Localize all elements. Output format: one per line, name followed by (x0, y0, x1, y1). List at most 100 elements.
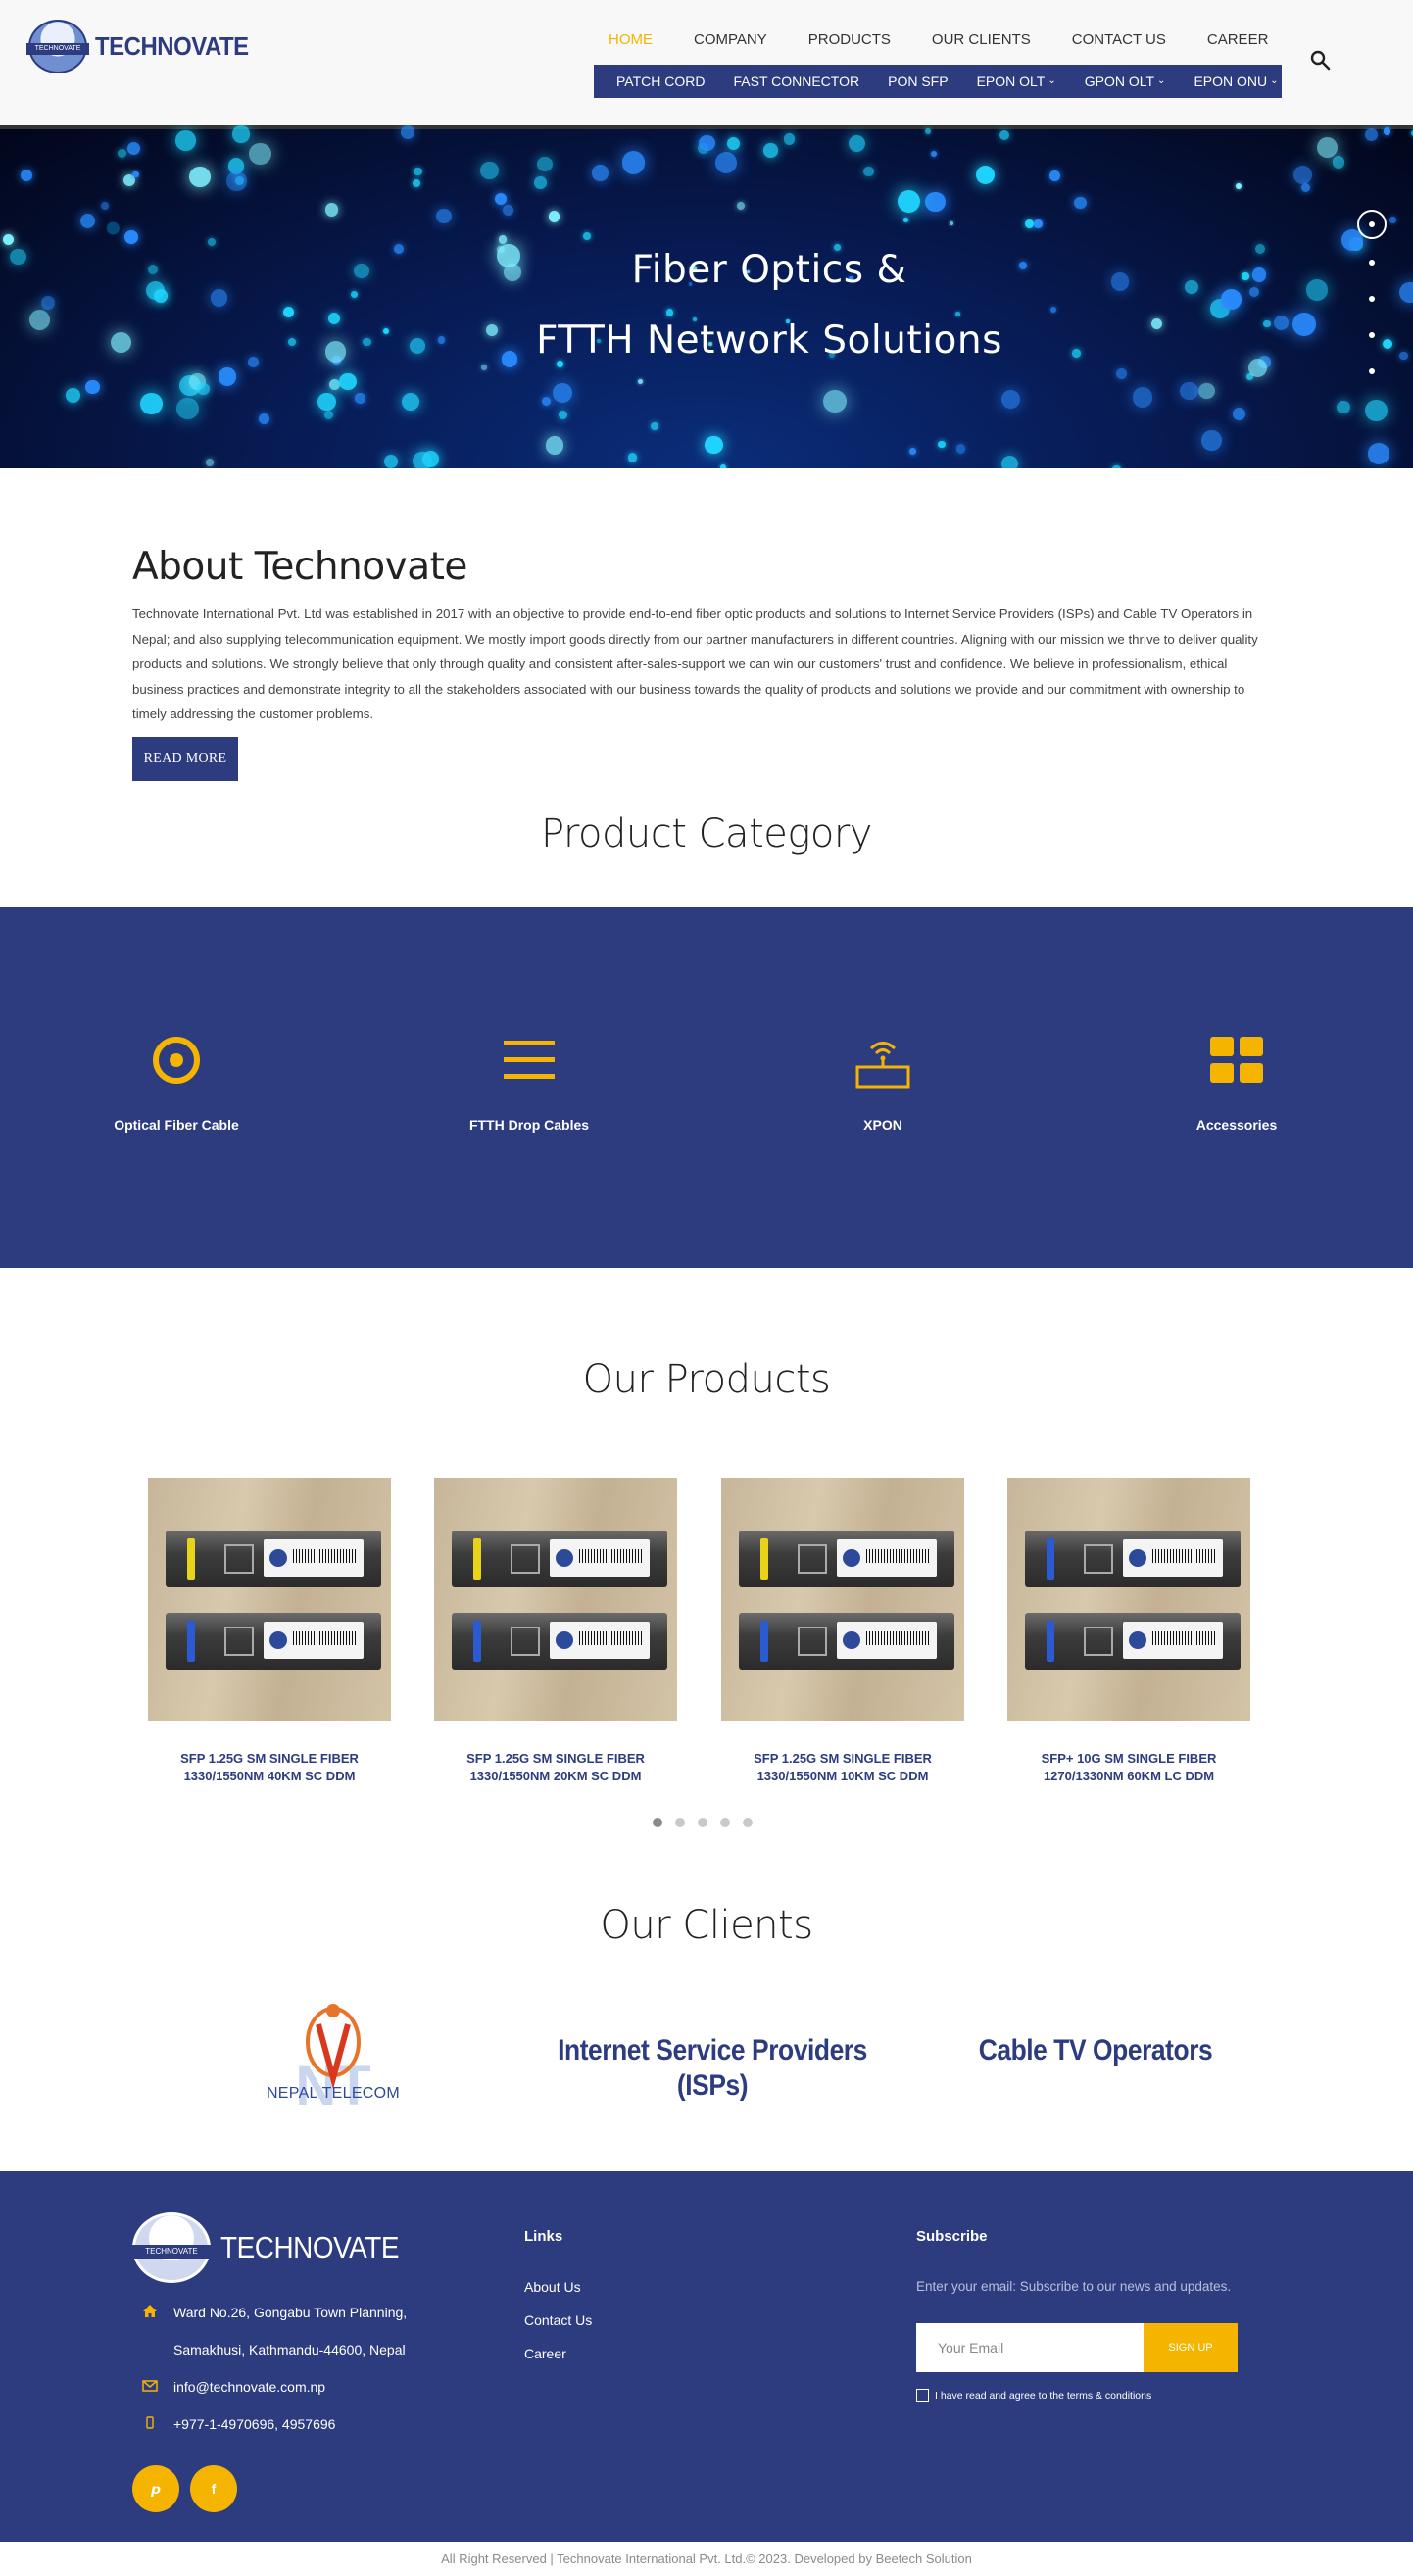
fiber-light-dot (908, 447, 917, 456)
fiber-light-dot (1300, 182, 1310, 193)
product-name[interactable]: SFP 1.25G SM SINGLE FIBER 1330/1550NM 20… (434, 1750, 677, 1785)
twitter-icon: 𝙥 (150, 2480, 162, 2497)
subscribe-email-input[interactable]: Your Email (916, 2323, 1144, 2372)
subnav-label: GPON OLT (1084, 73, 1155, 89)
category-label: XPON (863, 1117, 902, 1133)
router-icon (785, 1031, 981, 1090)
category-accessories[interactable]: Accessories (1139, 1031, 1335, 1133)
product-image[interactable] (721, 1478, 964, 1721)
fiber-light-dot (1049, 170, 1061, 181)
fiber-light-dot (925, 191, 946, 213)
fiber-light-dot (1316, 136, 1338, 158)
subnav-item-fast-connector[interactable]: FAST CONNECTOR (733, 73, 859, 89)
product-card[interactable]: SFP 1.25G SM SINGLE FIBER 1330/1550NM 10… (721, 1478, 964, 1785)
fiber-light-dot (975, 165, 996, 184)
hero-pager-dot[interactable] (1369, 260, 1375, 266)
fiber-light-dot (1112, 464, 1121, 468)
category-ftth-drop-cables[interactable]: FTTH Drop Cables (431, 1031, 627, 1133)
category-label: Accessories (1195, 1117, 1278, 1133)
twitter-button[interactable]: 𝙥 (132, 2465, 179, 2512)
carousel-dot[interactable] (743, 1818, 753, 1827)
footer-link-contact-us[interactable]: Contact Us (524, 2312, 592, 2328)
fiber-light-dot (1364, 127, 1378, 142)
subnav-item-epon-olt[interactable]: EPON OLT ⌄ (977, 73, 1056, 89)
product-image[interactable] (148, 1478, 391, 1721)
hero-pager-dot-active[interactable] (1357, 210, 1387, 239)
footer-logo[interactable]: TECHNOVATE TECHNOVATE (129, 2212, 418, 2283)
product-name[interactable]: SFP 1.25G SM SINGLE FIBER 1330/1550NM 10… (721, 1750, 964, 1785)
fiber-light-dot (546, 436, 564, 455)
client-nepal-telecom-logo[interactable]: NT NEPAL TELECOM (260, 1995, 407, 2117)
carousel-dot[interactable] (720, 1818, 730, 1827)
category-optical-fiber-cable[interactable]: Optical Fiber Cable (78, 1031, 274, 1133)
hero-pager-dot[interactable] (1369, 368, 1375, 374)
product-name[interactable]: SFP 1.25G SM SINGLE FIBER 1330/1550NM 40… (148, 1750, 391, 1785)
footer-address-line-2: Samakhusi, Kathmandu-44600, Nepal (142, 2342, 406, 2357)
footer-link-career[interactable]: Career (524, 2346, 566, 2361)
carousel-dot-active[interactable] (653, 1818, 662, 1827)
sfp-label (837, 1622, 937, 1659)
hero-top-border (0, 125, 1413, 129)
site-logo[interactable]: TECHNOVATE TECHNOVATE (26, 20, 262, 73)
chevron-down-icon: ⌄ (1048, 74, 1056, 86)
terms-checkbox[interactable] (916, 2389, 929, 2402)
facebook-button[interactable]: f (190, 2465, 237, 2512)
fiber-light-dot (537, 156, 553, 171)
sfp-vent (224, 1544, 254, 1574)
nav-item-our-clients[interactable]: OUR CLIENTS (911, 29, 1051, 51)
client-nepal-telecom-name: NEPAL TELECOM (266, 2085, 401, 2102)
fiber-light-dot (719, 463, 726, 468)
subnav-item-pon-sfp[interactable]: PON SFP (888, 73, 948, 89)
products-carousel-dots (653, 1818, 753, 1827)
nav-item-career[interactable]: CAREER (1187, 29, 1290, 51)
nav-item-contact-us[interactable]: CONTACT US (1051, 29, 1187, 51)
fiber-light-dot (225, 170, 247, 192)
fiber-light-dot (139, 392, 163, 415)
footer-phone[interactable]: +977-1-4970696, 4957696 (142, 2416, 335, 2432)
hero-banner: Fiber Optics & FTTH Network Solutions (0, 125, 1413, 468)
fiber-light-dot (1233, 408, 1245, 421)
menu-lines-icon (431, 1031, 627, 1090)
fiber-light-dot (823, 389, 847, 413)
fiber-light-dot (40, 295, 55, 310)
fiber-light-dot (79, 213, 95, 228)
product-card[interactable]: SFP 1.25G SM SINGLE FIBER 1330/1550NM 40… (148, 1478, 391, 1785)
subnav-item-patch-cord[interactable]: PATCH CORD (616, 73, 705, 89)
fiber-light-dot (1332, 156, 1345, 169)
sign-up-button[interactable]: SIGN UP (1144, 2323, 1238, 2372)
nav-item-home[interactable]: HOME (594, 29, 673, 51)
sfp-latch (473, 1538, 481, 1580)
subnav-label: EPON OLT (976, 73, 1046, 89)
carousel-dot[interactable] (675, 1818, 685, 1827)
footer-subscribe-description: Enter your email: Subscribe to our news … (916, 2279, 1232, 2294)
subnav-item-epon-onu[interactable]: EPON ONU ⌄ (1194, 73, 1278, 89)
phone-icon (142, 2416, 158, 2432)
read-more-button[interactable]: READ MORE (132, 737, 238, 781)
search-button[interactable] (1309, 49, 1333, 73)
product-name[interactable]: SFP+ 10G SM SINGLE FIBER 1270/1330NM 60K… (1007, 1750, 1250, 1785)
footer-email[interactable]: info@technovate.com.np (142, 2379, 325, 2395)
hero-pager-dot[interactable] (1369, 296, 1375, 302)
fiber-light-dot (1049, 306, 1056, 313)
nav-item-company[interactable]: COMPANY (673, 29, 788, 51)
fiber-light-dot (736, 202, 745, 211)
product-card[interactable]: SFP+ 10G SM SINGLE FIBER 1270/1330NM 60K… (1007, 1478, 1250, 1785)
footer-brand: TECHNOVATE (220, 2230, 400, 2264)
category-label: Optical Fiber Cable (114, 1117, 239, 1133)
sfp-label (264, 1622, 364, 1659)
product-card[interactable]: SFP 1.25G SM SINGLE FIBER 1330/1550NM 20… (434, 1478, 677, 1785)
product-image[interactable] (1007, 1478, 1250, 1721)
product-image[interactable] (434, 1478, 677, 1721)
subnav-item-gpon-olt[interactable]: GPON OLT ⌄ (1085, 73, 1166, 89)
fiber-light-dot (541, 396, 551, 406)
fiber-light-dot (1001, 455, 1019, 468)
fiber-light-dot (175, 130, 196, 151)
footer-link-about-us[interactable]: About Us (524, 2279, 581, 2295)
carousel-dot[interactable] (698, 1818, 707, 1827)
fiber-light-dot (956, 444, 966, 454)
category-xpon[interactable]: XPON (785, 1031, 981, 1133)
fiber-light-dot (414, 168, 422, 176)
hero-pager-dot[interactable] (1369, 332, 1375, 338)
nav-item-products[interactable]: PRODUCTS (788, 29, 911, 51)
terms-agreement[interactable]: I have read and agree to the terms & con… (916, 2389, 1151, 2402)
